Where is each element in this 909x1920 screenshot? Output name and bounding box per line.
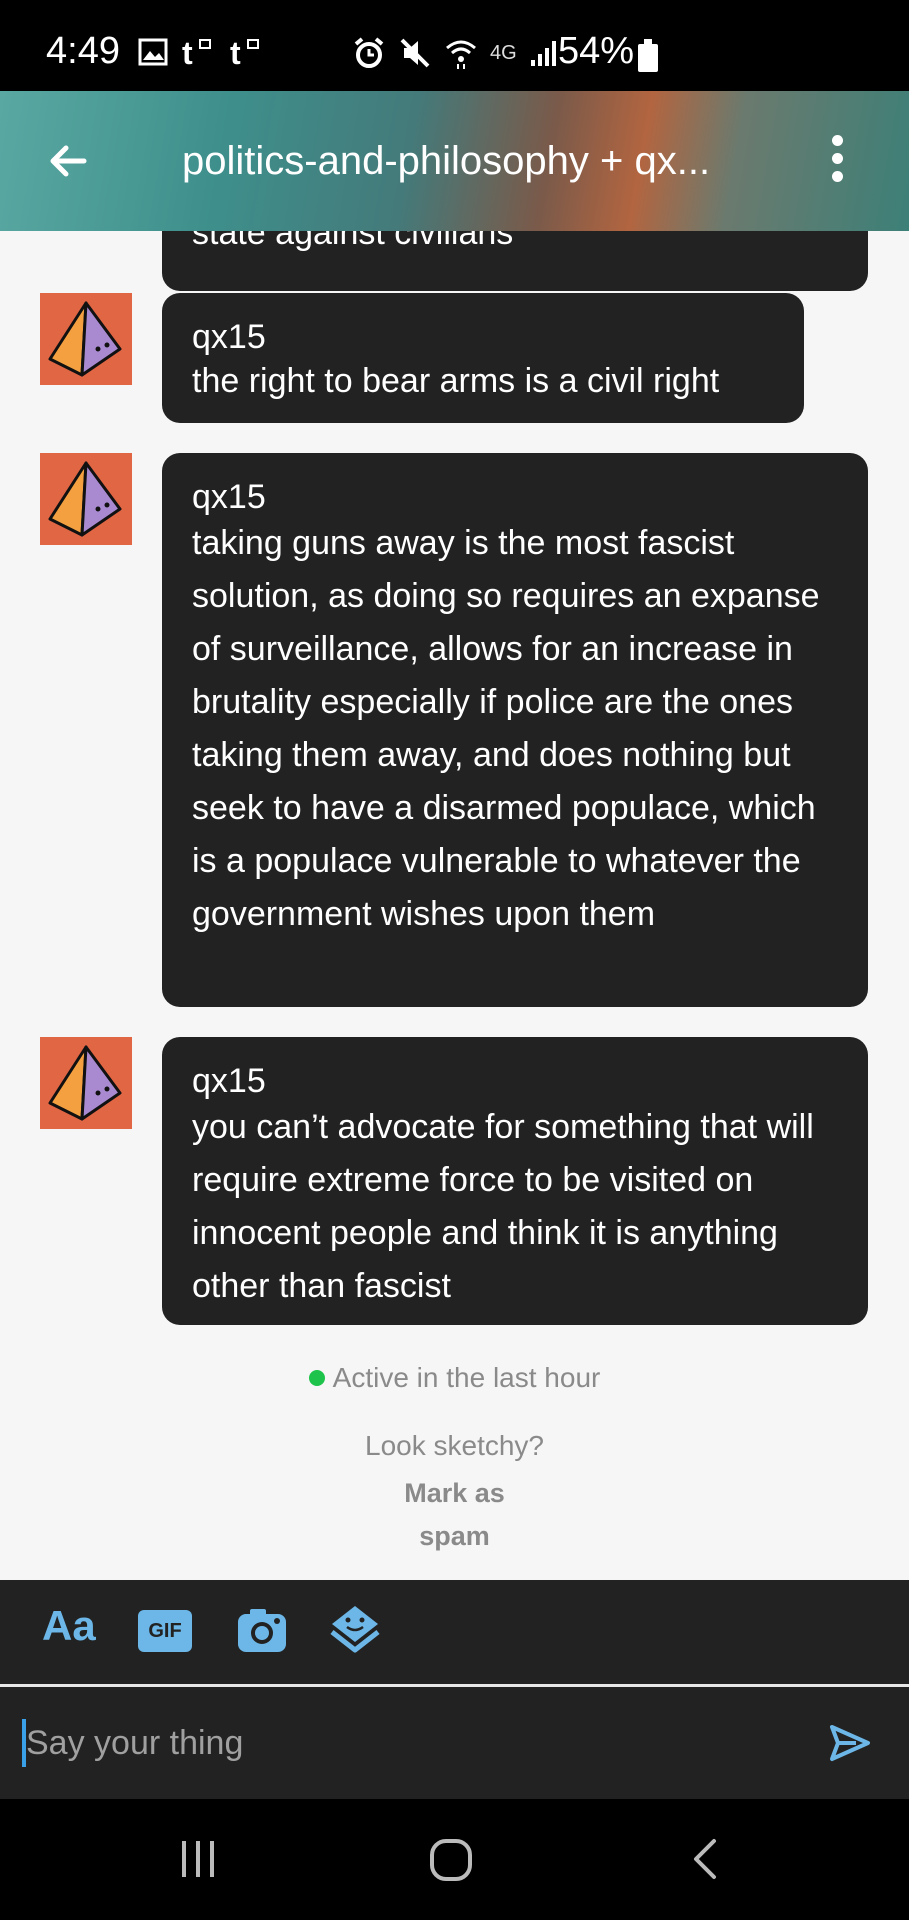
battery-percent: 54% <box>558 30 635 72</box>
presence-status: Active in the last hour <box>0 1362 909 1394</box>
home-icon[interactable] <box>428 1837 474 1883</box>
message-author: qx15 <box>192 318 266 356</box>
system-nav-bar <box>0 1799 909 1920</box>
message-text: taking guns away is the most fascist sol… <box>192 524 820 933</box>
avatar[interactable] <box>40 453 132 545</box>
composer <box>0 1687 909 1799</box>
svg-text:t: t <box>230 36 241 68</box>
tumblr-notification-icon-2: t <box>230 36 259 68</box>
message-text: the right to bear arms is a civil right <box>192 362 720 400</box>
conversation-header: politics-and-philosophy + qx... <box>0 91 909 231</box>
recent-apps-icon[interactable] <box>176 1837 220 1881</box>
message-author: qx15 <box>192 1062 266 1100</box>
avatar[interactable] <box>40 1037 132 1129</box>
battery-icon <box>638 39 658 72</box>
kebab-menu-icon[interactable] <box>822 135 852 187</box>
message-bubble: qx15 the right to bear arms is a civil r… <box>162 293 804 423</box>
message-bubble: state against civilians <box>162 231 868 291</box>
spam-link-line2: spam <box>419 1521 490 1551</box>
message-text: you can’t advocate for something that wi… <box>192 1108 814 1305</box>
arrow-left-icon[interactable] <box>44 137 92 185</box>
composer-toolbar: Aa GIF <box>0 1580 909 1684</box>
mark-as-spam-link[interactable]: Mark as spam <box>0 1472 909 1558</box>
back-nav-icon[interactable] <box>690 1837 720 1881</box>
message-bubble: qx15 you can’t advocate for something th… <box>162 1037 868 1325</box>
message-text: state against civilians <box>192 231 514 252</box>
wifi-icon <box>446 40 476 69</box>
message-author: qx15 <box>192 478 266 516</box>
presence-text: Active in the last hour <box>332 1362 601 1393</box>
pyramid-avatar-icon <box>48 301 122 377</box>
pyramid-avatar-icon <box>48 1045 122 1121</box>
svg-text:t: t <box>182 36 193 68</box>
send-icon[interactable] <box>826 1719 874 1767</box>
online-dot-icon <box>308 1369 325 1386</box>
signal-icon <box>530 41 556 66</box>
sticker-icon[interactable] <box>328 1602 382 1656</box>
spam-prompt: Look sketchy? <box>365 1430 544 1461</box>
gallery-icon <box>138 38 168 66</box>
text-format-button[interactable]: Aa <box>42 1602 96 1650</box>
status-time: 4:49 <box>46 30 120 72</box>
message-bubble: qx15 taking guns away is the most fascis… <box>162 453 868 1007</box>
status-bar: 4:49 t t 4G 54% <box>0 0 909 91</box>
spam-link-line1: Mark as <box>404 1478 505 1508</box>
avatar[interactable] <box>40 293 132 385</box>
alarm-icon <box>354 37 384 68</box>
pyramid-avatar-icon <box>48 461 122 537</box>
tumblr-notification-icon: t <box>182 36 211 68</box>
conversation-title: politics-and-philosophy + qx... <box>182 139 711 183</box>
camera-icon[interactable] <box>236 1606 288 1654</box>
network-type: 4G <box>490 41 517 64</box>
gif-button[interactable]: GIF <box>138 1610 192 1652</box>
message-input[interactable] <box>26 1717 806 1769</box>
mute-icon <box>400 38 430 68</box>
